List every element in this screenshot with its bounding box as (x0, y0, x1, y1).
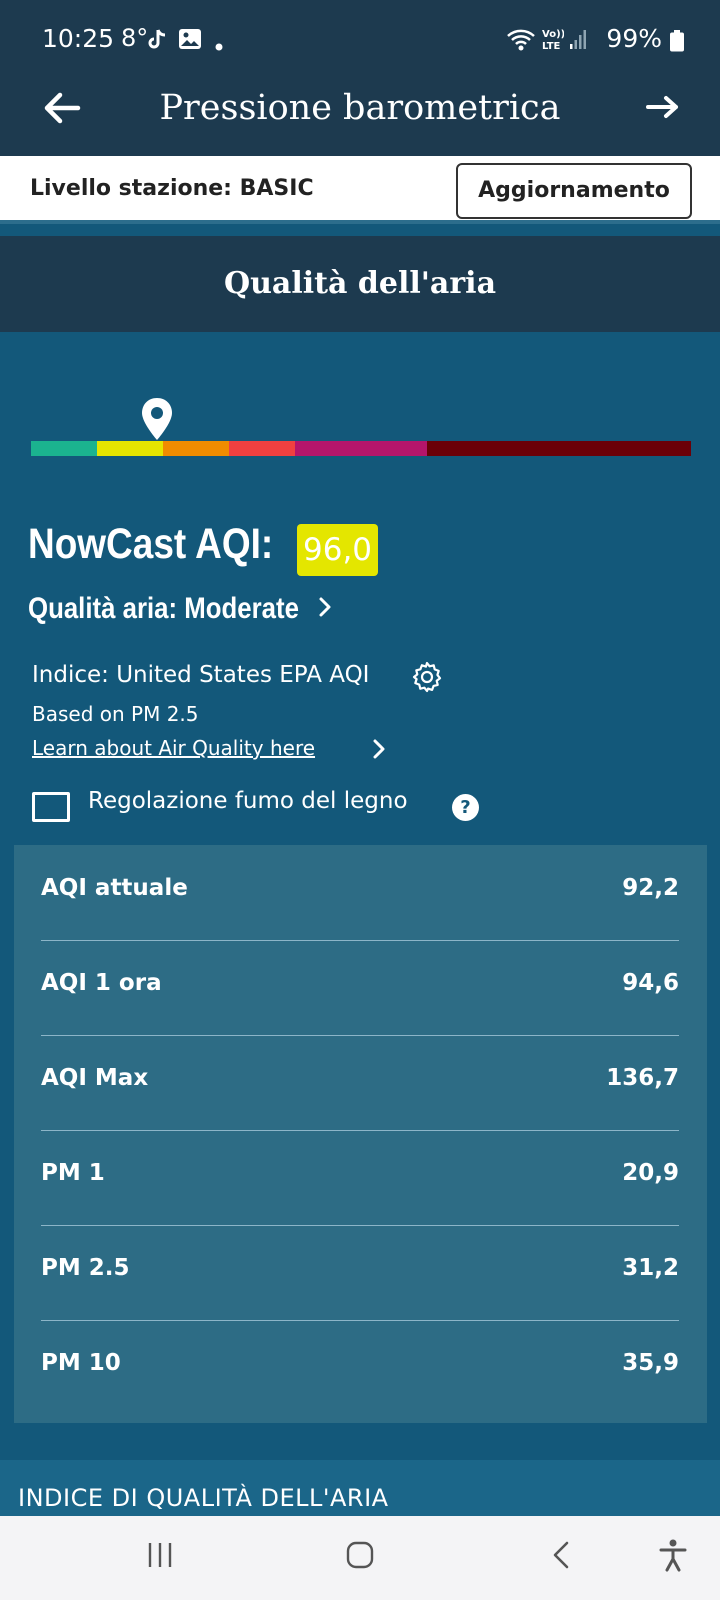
aqi-color-scale (31, 441, 691, 456)
metric-name: AQI Max (41, 1065, 149, 1091)
scale-segment (361, 441, 427, 456)
location-pin-icon (140, 397, 174, 445)
metric-value: 136,7 (606, 1065, 679, 1091)
help-icon[interactable]: ? (452, 794, 479, 821)
status-temperature: 8° (121, 24, 149, 52)
scale-segment (31, 441, 97, 456)
accessibility-icon[interactable] (658, 1538, 688, 1576)
metric-name: AQI attuale (41, 875, 188, 901)
svg-text:LTE: LTE (542, 41, 561, 52)
battery-icon (670, 30, 684, 56)
back-icon[interactable] (550, 1540, 572, 1574)
wood-smoke-label: Regolazione fumo del legno (88, 788, 408, 814)
metric-value: 35,9 (622, 1350, 679, 1376)
metric-value: 31,2 (622, 1255, 679, 1281)
scale-segment (229, 441, 295, 456)
volte-icon: Vo)) LTE (540, 26, 565, 56)
page-title: Pressione barometrica (159, 88, 561, 128)
aqi-index-label: Indice: United States EPA AQI (32, 662, 370, 688)
metric-row: PM 2.5 31,2 (41, 1225, 679, 1321)
air-quality-link[interactable]: Qualità aria: Moderate (28, 592, 299, 626)
metric-value: 92,2 (622, 875, 679, 901)
metric-name: PM 10 (41, 1350, 121, 1376)
nowcast-aqi-label: NowCast AQI: (28, 520, 274, 568)
home-icon[interactable] (345, 1540, 375, 1574)
aqi-index-heading: INDICE DI QUALITÀ DELL'ARIA (18, 1484, 389, 1512)
metric-row: PM 1 20,9 (41, 1130, 679, 1226)
scale-segment (559, 441, 625, 456)
image-icon (178, 28, 202, 54)
metric-name: AQI 1 ora (41, 970, 162, 996)
metric-row: AQI attuale 92,2 (41, 845, 679, 941)
wood-smoke-checkbox[interactable] (32, 792, 70, 822)
status-time: 10:25 (42, 24, 115, 53)
metric-row: PM 10 35,9 (41, 1320, 679, 1416)
scale-segment (625, 441, 691, 456)
metric-value: 94,6 (622, 970, 679, 996)
gear-icon[interactable] (410, 660, 444, 698)
learn-air-quality-link[interactable]: Learn about Air Quality here (32, 736, 315, 760)
recent-apps-icon[interactable] (146, 1540, 174, 1574)
metric-row: AQI 1 ora 94,6 (41, 940, 679, 1036)
wifi-icon (506, 28, 536, 56)
aqi-metrics-table: AQI attuale 92,2 AQI 1 ora 94,6 AQI Max 136,7… (14, 845, 707, 1423)
metric-row: AQI Max 136,7 (41, 1035, 679, 1131)
app-bar: Pressione barometrica (0, 80, 720, 156)
status-bar: 10:25 8° Vo)) LTE 99% (0, 0, 720, 80)
scale-segment (295, 441, 361, 456)
upgrade-button[interactable]: Aggiornamento (456, 163, 692, 219)
section-title: Qualità dell'aria (0, 236, 720, 332)
metric-value: 20,9 (622, 1160, 679, 1186)
based-on-text: Based on PM 2.5 (32, 702, 199, 726)
chevron-right-icon[interactable] (372, 738, 386, 764)
station-level-label: Livello stazione: BASIC (30, 176, 314, 201)
scale-segment (493, 441, 559, 456)
aqi-index-section: INDICE DI QUALITÀ DELL'ARIA (0, 1460, 720, 1516)
dot-icon (215, 36, 223, 55)
metric-name: PM 2.5 (41, 1255, 130, 1281)
aqi-value-badge: 96,0 (297, 524, 379, 576)
tiktok-icon (146, 28, 168, 56)
arrow-right-icon[interactable] (646, 92, 682, 126)
signal-icon (570, 28, 586, 54)
system-nav-bar (0, 1516, 720, 1600)
metric-name: PM 1 (41, 1160, 105, 1186)
chevron-right-icon[interactable] (318, 596, 332, 622)
status-battery: 99% (606, 24, 662, 53)
scale-segment (427, 441, 493, 456)
svg-text:Vo)): Vo)) (542, 29, 564, 40)
station-level-bar: Livello stazione: BASIC Aggiornamento (0, 156, 720, 224)
